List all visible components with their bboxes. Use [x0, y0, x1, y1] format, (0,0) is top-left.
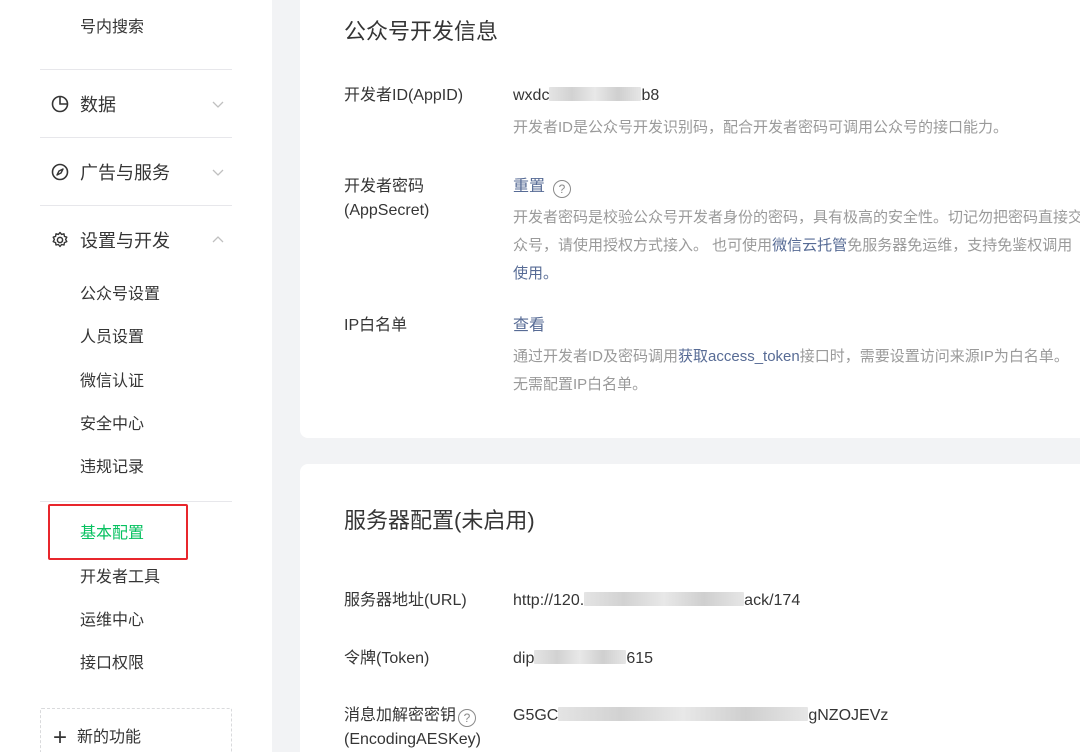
sidebar-item-dev-tools[interactable]: 开发者工具	[80, 568, 160, 588]
token-label: 令牌(Token)	[344, 650, 430, 667]
sidebar-item-api-permissions[interactable]: 接口权限	[80, 654, 144, 674]
ip-whitelist-label: IP白名单	[344, 317, 408, 334]
pie-chart-icon	[50, 94, 70, 114]
aeskey-label-line: (EncodingAESKey)	[344, 731, 481, 748]
sidebar-divider	[40, 501, 232, 502]
new-feature-label: 新的功能	[77, 729, 142, 746]
sidebar-section-settings[interactable]: 设置与开发	[50, 225, 226, 255]
token-value-suffix: 615	[626, 650, 654, 667]
gear-icon	[50, 230, 70, 250]
sidebar-item-account-settings[interactable]: 公众号设置	[80, 285, 160, 305]
access-token-link[interactable]: 获取access_token	[678, 348, 800, 365]
sidebar-item-wechat-verify[interactable]: 微信认证	[80, 372, 144, 392]
token-value-prefix: dip	[513, 650, 535, 667]
sidebar-divider	[40, 205, 232, 206]
help-icon[interactable]: ?	[553, 180, 572, 198]
wechat-cloud-link[interactable]: 微信云托管	[772, 237, 847, 254]
redaction-mask	[549, 87, 642, 101]
url-value-suffix: ack/174	[744, 592, 801, 609]
developer-info-card: 公众号开发信息 开发者ID(AppID) wxdc b8 开发者ID是公众号开发识…	[300, 0, 1080, 438]
aeskey-label-text: 消息加解密密钥	[344, 707, 457, 724]
sidebar-section-label: 数据	[80, 95, 116, 115]
sidebar-item-basic-config[interactable]: 基本配置	[80, 524, 144, 544]
sidebar-section-label: 设置与开发	[80, 231, 170, 251]
sidebar-section-label: 广告与服务	[80, 163, 170, 183]
desc-text: 免服务器免运维，支持免鉴权调用	[847, 237, 1073, 254]
desc-line: 通过开发者ID及密码调用获取access_token接口时，需要设置访问来源IP…	[513, 343, 1080, 371]
desc-text: 通过开发者ID及密码调用	[513, 348, 679, 365]
sidebar-item-ops-center[interactable]: 运维中心	[80, 611, 144, 631]
appid-value: wxdc b8	[513, 84, 659, 108]
aeskey-value-suffix: gNZOJEVz	[808, 707, 889, 724]
url-value-prefix: http://120.	[513, 592, 585, 609]
redaction-mask	[534, 650, 627, 664]
sidebar-item-security-center[interactable]: 安全中心	[80, 415, 144, 435]
appsecret-label: 开发者密码(AppSecret)	[344, 178, 430, 219]
appid-description: 开发者ID是公众号开发识别码，配合开发者密码可调用公众号的接口能力。	[513, 119, 1009, 136]
reset-link[interactable]: 重置	[513, 178, 545, 195]
appsecret-description: 开发者密码是校验公众号开发者身份的密码，具有极高的安全性。切记勿把密码直接交 众…	[513, 204, 1080, 288]
aeskey-value: G5GC gNZOJEVz	[513, 704, 888, 728]
appid-label: 开发者ID(AppID)	[344, 87, 464, 104]
sidebar-section-data[interactable]: 数据	[50, 89, 226, 119]
desc-line: 众号，请使用授权方式接入。 也可使用微信云托管免服务器免运维，支持免鉴权调用	[513, 232, 1080, 260]
desc-text: 众号，请使用授权方式接入。 也可使用	[513, 237, 773, 254]
token-value: dip 615	[513, 647, 653, 671]
redaction-mask	[584, 592, 745, 606]
use-link[interactable]: 使用。	[513, 260, 1080, 288]
ip-whitelist-actions: 查看	[513, 314, 545, 338]
sidebar: 号内搜索 数据 广告与服务 设置与开发 公众号设置 人员设置 微信认证 安全中心…	[0, 0, 272, 752]
chevron-up-icon	[210, 232, 226, 248]
aeskey-label: 消息加解密密钥? (EncodingAESKey)	[344, 704, 484, 752]
sidebar-item-search[interactable]: 号内搜索	[80, 18, 144, 38]
new-feature-button[interactable]: + 新的功能	[40, 708, 232, 752]
aeskey-label-line: 消息加解密密钥?	[344, 704, 484, 728]
desc-line: 开发者密码是校验公众号开发者身份的密码，具有极高的安全性。切记勿把密码直接交	[513, 209, 1080, 226]
desc-line: 无需配置IP白名单。	[513, 376, 648, 393]
url-value: http://120. ack/174	[513, 589, 800, 613]
url-label: 服务器地址(URL)	[344, 592, 467, 609]
help-icon[interactable]: ?	[458, 709, 477, 727]
sidebar-divider	[40, 69, 232, 70]
sidebar-section-ads[interactable]: 广告与服务	[50, 157, 226, 187]
chevron-down-icon	[210, 96, 226, 112]
card-title: 公众号开发信息	[344, 19, 499, 44]
card-title: 服务器配置(未启用)	[344, 508, 535, 533]
plus-icon: +	[53, 724, 68, 751]
redaction-mask	[558, 707, 809, 721]
appid-value-prefix: wxdc	[513, 87, 550, 104]
compass-icon	[50, 162, 70, 182]
desc-text: 接口时，需要设置访问来源IP为白名单。	[799, 348, 1069, 365]
chevron-down-icon	[210, 164, 226, 180]
appid-value-suffix: b8	[641, 87, 660, 104]
sidebar-item-violations[interactable]: 违规记录	[80, 458, 144, 478]
ip-whitelist-description: 通过开发者ID及密码调用获取access_token接口时，需要设置访问来源IP…	[513, 343, 1080, 399]
sidebar-item-staff-settings[interactable]: 人员设置	[80, 328, 144, 348]
server-config-card: 服务器配置(未启用) 服务器地址(URL) http://120. ack/174…	[300, 464, 1080, 752]
aeskey-value-prefix: G5GC	[513, 707, 559, 724]
sidebar-divider	[40, 137, 232, 138]
view-link[interactable]: 查看	[513, 317, 545, 334]
appsecret-actions: 重置?	[513, 175, 572, 199]
